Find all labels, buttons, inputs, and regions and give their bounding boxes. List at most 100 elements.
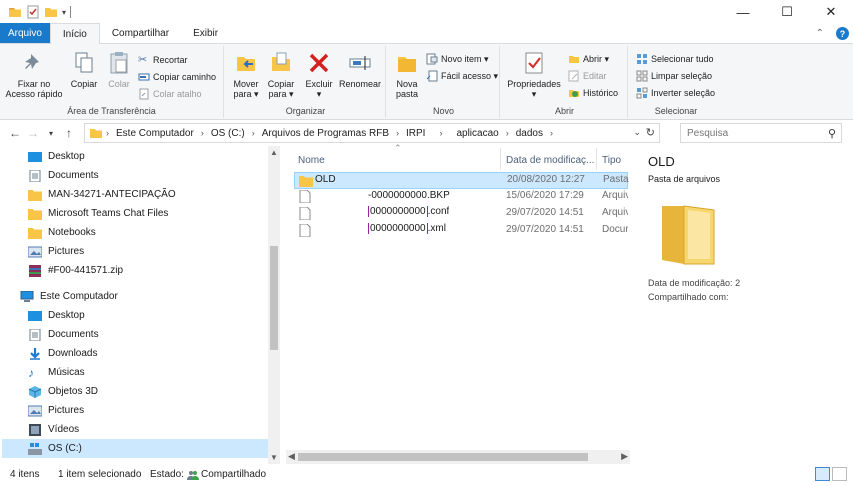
new-folder-button[interactable]: Nova pasta xyxy=(392,50,422,99)
nav-item-notebooks[interactable]: Notebooks xyxy=(28,223,96,242)
nav-item-pc-documents[interactable]: Documents xyxy=(28,325,99,344)
nav-item-pc-videos[interactable]: Vídeos xyxy=(28,420,79,439)
breadcrumb-separator-icon[interactable]: › xyxy=(198,128,207,138)
nav-item-man-34271[interactable]: MAN-34271-ANTECIPAÇÃO xyxy=(28,185,176,204)
nav-item-pc-pictures[interactable]: Pictures xyxy=(28,401,84,420)
paste-shortcut-icon xyxy=(139,88,149,100)
breadcrumb-arquivos-rfb[interactable]: Arquivos de Programas RFB xyxy=(258,128,393,139)
properties-button[interactable]: Propriedades ▾ xyxy=(506,50,562,99)
new-folder-icon[interactable] xyxy=(44,5,58,19)
nav-item-documents[interactable]: Documents xyxy=(28,166,99,185)
details-view-icon[interactable] xyxy=(815,467,830,481)
recent-locations-chevron-icon[interactable]: ▾ xyxy=(42,129,60,138)
address-bar[interactable]: › Este Computador › OS (C:) › Arquivos d… xyxy=(84,123,660,143)
forward-arrow-icon[interactable]: → xyxy=(24,126,42,140)
column-header-type[interactable]: Tipo xyxy=(602,150,621,170)
close-button[interactable]: ✕ xyxy=(809,0,853,24)
column-header-date[interactable]: Data de modificaç... xyxy=(506,150,594,170)
breadcrumb-dados[interactable]: dados xyxy=(512,128,547,139)
nav-item-pictures[interactable]: Pictures xyxy=(28,242,84,261)
file-type: Arquiv xyxy=(602,190,628,201)
column-divider[interactable] xyxy=(500,148,501,170)
minimize-button[interactable]: — xyxy=(721,0,765,24)
select-all-button[interactable]: Selecionar tudo xyxy=(636,53,714,65)
tab-arquivo[interactable]: Arquivo xyxy=(0,23,50,43)
nav-item-pc-desktop[interactable]: Desktop xyxy=(28,306,85,325)
status-bar: 4 itens 1 item selecionado Estado: Compa… xyxy=(0,464,853,486)
properties-check-icon[interactable] xyxy=(26,5,40,19)
new-folder-label-1: Nova xyxy=(396,79,418,89)
nav-item-desktop[interactable]: Desktop xyxy=(28,147,85,166)
new-group: Nova pasta Novo item ▾ Fácil acesso ▾ No… xyxy=(388,46,500,118)
new-item-icon xyxy=(426,53,438,65)
cut-button[interactable]: ✂ Recortar xyxy=(138,54,188,66)
copy-to-button[interactable]: Copiar para ▾ xyxy=(264,50,298,99)
nav-item-teams-chat-files[interactable]: Microsoft Teams Chat Files xyxy=(28,204,168,223)
nav-item-label: Este Computador xyxy=(40,291,118,302)
search-icon[interactable]: ⚲ xyxy=(828,127,836,140)
scroll-left-icon[interactable]: ◀ xyxy=(288,451,295,462)
file-row-conf[interactable]: 0000000000 .conf 29/07/2020 14:51 Arquiv xyxy=(294,206,628,223)
file-list-hscrollbar[interactable]: ◀ ▶ xyxy=(286,450,630,464)
ribbon-expand-icon[interactable]: ⌃ xyxy=(816,28,824,39)
breadcrumb-aplicacao[interactable]: aplicacao xyxy=(452,128,502,139)
scroll-up-icon[interactable]: ▲ xyxy=(268,148,280,157)
nav-item-zip-file[interactable]: #F00-441571.zip xyxy=(28,261,123,280)
file-row-old[interactable]: OLD 20/08/2020 12:27 Pasta xyxy=(294,172,629,189)
pin-quick-access-button[interactable]: Fixar no Acesso rápido xyxy=(4,50,64,99)
breadcrumb-os-c[interactable]: OS (C:) xyxy=(207,128,249,139)
breadcrumb-separator-icon[interactable]: › xyxy=(503,128,512,138)
nav-item-pc-os-c[interactable]: OS (C:) xyxy=(2,439,268,458)
rename-button[interactable]: Renomear xyxy=(338,50,382,89)
paste-shortcut-button[interactable]: Colar atalho xyxy=(138,88,202,100)
select-all-label: Selecionar tudo xyxy=(651,54,714,64)
scroll-right-icon[interactable]: ▶ xyxy=(621,451,628,462)
new-item-button[interactable]: Novo item ▾ xyxy=(426,53,489,65)
open-button[interactable]: Abrir ▾ xyxy=(568,53,609,65)
move-to-button[interactable]: Mover para ▾ xyxy=(230,50,262,99)
nav-item-este-computador[interactable]: Este Computador xyxy=(20,287,118,306)
breadcrumb-separator-icon[interactable]: › xyxy=(429,128,452,138)
back-arrow-icon[interactable]: ← xyxy=(6,126,24,140)
delete-button[interactable]: Excluir ▾ xyxy=(302,50,336,99)
copy-button[interactable]: Copiar xyxy=(68,50,100,89)
file-row-bkp[interactable]: -0000000000.BKP 15/06/2020 17:29 Arquiv xyxy=(294,189,628,206)
tab-inicio[interactable]: Início xyxy=(49,23,100,44)
nav-item-pc-music[interactable]: ♪ Músicas xyxy=(28,363,85,382)
scroll-down-icon[interactable]: ▼ xyxy=(268,453,280,462)
column-divider[interactable] xyxy=(596,148,597,170)
breadcrumb-separator-icon[interactable]: › xyxy=(547,128,556,138)
breadcrumb-separator-icon[interactable]: › xyxy=(249,128,258,138)
search-input[interactable]: Pesquisa xyxy=(687,128,728,139)
help-icon[interactable]: ? xyxy=(836,27,849,40)
file-row-xml[interactable]: 0000000000 .xml 29/07/2020 14:51 Docur xyxy=(294,223,628,240)
select-none-button[interactable]: Limpar seleção xyxy=(636,70,712,82)
tab-exibir[interactable]: Exibir xyxy=(181,23,230,43)
refresh-icon[interactable]: ↻ xyxy=(646,126,655,139)
easy-access-button[interactable]: Fácil acesso ▾ xyxy=(426,70,498,82)
nav-pane-scroll-thumb[interactable] xyxy=(270,246,278,350)
nav-item-label: Pictures xyxy=(48,405,85,416)
tab-compartilhar[interactable]: Compartilhar xyxy=(100,23,181,43)
paste-button[interactable]: Colar xyxy=(103,50,135,89)
search-box[interactable]: Pesquisa ⚲ xyxy=(680,123,842,143)
qat-dropdown-icon[interactable]: ▾ xyxy=(62,8,66,17)
copy-path-button[interactable]: Copiar caminho xyxy=(138,71,216,83)
edit-button[interactable]: Editar xyxy=(568,70,607,82)
file-list-scroll-thumb[interactable] xyxy=(298,453,588,461)
breadcrumb-este-computador[interactable]: Este Computador xyxy=(112,128,198,139)
address-dropdown-icon[interactable]: ⌄ xyxy=(633,127,641,138)
file-extension: .xml xyxy=(427,223,446,234)
breadcrumb-irpi[interactable]: IRPI xyxy=(402,128,429,139)
invert-selection-button[interactable]: Inverter seleção xyxy=(636,87,715,99)
nav-pane-scrollbar[interactable]: ▲ ▼ xyxy=(268,146,280,464)
column-header-name[interactable]: Nome xyxy=(298,150,325,170)
history-button[interactable]: Histórico xyxy=(568,87,618,99)
nav-item-pc-downloads[interactable]: Downloads xyxy=(28,344,97,363)
maximize-button[interactable]: ☐ xyxy=(765,0,809,24)
breadcrumb-separator-icon[interactable]: › xyxy=(393,128,402,138)
large-icons-view-icon[interactable] xyxy=(832,467,847,481)
up-arrow-icon[interactable]: ↑ xyxy=(60,126,78,140)
nav-item-pc-3d-objects[interactable]: Objetos 3D xyxy=(28,382,98,401)
nav-item-label: Documents xyxy=(48,170,99,181)
